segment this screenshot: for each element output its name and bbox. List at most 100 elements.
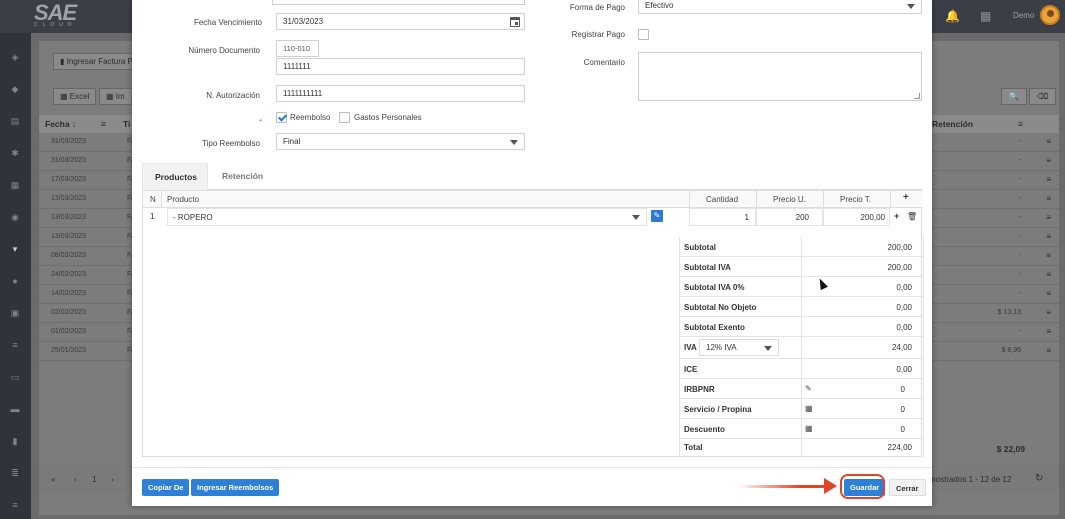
tipo-reembolso-value: Final <box>283 137 301 146</box>
servicio-label: Servicio / Propina <box>684 405 752 414</box>
prev-field[interactable] <box>272 0 525 5</box>
sidebar-building-icon[interactable]: ▣ <box>9 309 21 318</box>
sidebar-car-icon[interactable]: ◆ <box>9 85 21 94</box>
row-menu-icon[interactable]: ≡ <box>1046 156 1051 165</box>
ingresar-factura-button[interactable]: ▮ Ingresar Factura P <box>53 53 140 70</box>
col-retencion[interactable]: Retención <box>932 119 973 129</box>
precio-u-input[interactable]: 200 <box>756 208 823 226</box>
pencil-icon[interactable]: ✎ <box>805 384 812 393</box>
refresh-icon[interactable]: ↻ <box>1035 473 1043 484</box>
tab-retencion[interactable]: Retención <box>210 163 276 190</box>
ingresar-reembolsos-button[interactable]: Ingresar Reembolsos <box>191 479 280 496</box>
bell-icon[interactable]: 🔔 <box>945 9 960 23</box>
sidebar-table-icon[interactable]: ▦ <box>9 181 21 190</box>
calculator-icon[interactable]: ▦ <box>805 424 813 433</box>
row-menu-icon[interactable]: ≡ <box>1046 213 1051 222</box>
import-button[interactable]: ▦ Im <box>99 88 131 105</box>
trash-icon[interactable]: 🗑 <box>907 212 917 221</box>
clear-filter-button[interactable]: ⌫ <box>1029 88 1057 105</box>
sidebar-chart-icon[interactable]: ≣ <box>9 469 21 478</box>
subtotal-iva0-row: Subtotal IVA 0% 0,00 <box>679 277 924 297</box>
cantidad-value: 1 <box>744 213 749 222</box>
product-select[interactable]: - ROPERO <box>167 208 647 226</box>
row-menu-icon[interactable]: ≡ <box>1046 232 1051 241</box>
row-fecha: 13/03/2023 <box>51 195 87 202</box>
row-menu-icon[interactable]: ≡ <box>1046 270 1051 279</box>
grid-icon[interactable]: ▦ <box>980 9 991 23</box>
tab-productos[interactable]: Productos <box>142 163 208 190</box>
search-button[interactable]: 🔍 <box>1001 88 1027 105</box>
row-menu-icon[interactable]: ≡ <box>1046 137 1051 146</box>
col-producto: Producto <box>167 195 200 204</box>
comentario-textarea[interactable] <box>638 52 922 101</box>
iva-select[interactable]: 12% IVA <box>699 339 779 356</box>
sidebar-dashboard-icon[interactable]: ◈ <box>9 53 21 62</box>
sidebar-menu-icon[interactable]: ≡ <box>9 341 21 350</box>
registrar-pago-checkbox[interactable] <box>638 29 649 40</box>
col-cantidad: Cantidad <box>706 195 739 204</box>
cantidad-input[interactable]: 1 <box>689 208 756 226</box>
ingresar-reembolsos-label: Ingresar Reembolsos <box>197 483 274 492</box>
pager-page[interactable]: 1 <box>92 475 96 484</box>
subtotal-no-objeto-value: 0,00 <box>896 303 912 312</box>
avatar[interactable] <box>1040 5 1060 25</box>
row-fecha: 25/01/2023 <box>51 347 87 354</box>
serie-input[interactable]: 110-010 <box>276 40 319 57</box>
edit-product-button[interactable]: ✎ <box>651 210 663 222</box>
col-precio-u: Precio U. <box>773 195 806 204</box>
sidebar-shield-icon[interactable]: ◉ <box>9 213 21 222</box>
sidebar-more-icon[interactable]: ≡ <box>9 501 21 510</box>
col-tipo[interactable]: Ti <box>123 119 130 129</box>
gastos-personales-checkbox[interactable] <box>339 112 350 123</box>
row-menu-icon[interactable]: ≡ <box>1046 327 1051 336</box>
sidebar-users-icon[interactable]: ● <box>9 277 21 286</box>
row-menu-icon[interactable]: ≡ <box>1046 289 1051 298</box>
app-logo[interactable]: SAE CLOUD <box>34 2 84 31</box>
pager-next[interactable]: › <box>111 475 114 484</box>
import-label: Im <box>115 92 125 101</box>
subtotal-no-objeto-row: Subtotal No Objeto 0,00 <box>679 297 924 317</box>
excel-button[interactable]: ▦ Excel <box>53 88 97 105</box>
fecha-vencimiento-input[interactable]: 31/03/2023 <box>276 13 525 30</box>
numero-documento-input[interactable]: 1111111 <box>276 58 525 75</box>
filter-icon[interactable]: ≡ <box>1018 119 1023 129</box>
pager-first[interactable]: « <box>51 475 55 484</box>
sidebar-list-icon[interactable]: ▤ <box>9 117 21 126</box>
registrar-pago-label: Registrar Pago <box>571 30 625 39</box>
row-menu-icon[interactable]: ≡ <box>1046 175 1051 184</box>
forma-pago-select[interactable]: Efectivo <box>638 0 922 14</box>
calculator-icon[interactable]: ▦ <box>805 404 813 413</box>
subtotal-iva-value: 200,00 <box>887 263 912 272</box>
sidebar-docs-icon[interactable]: ▭ <box>9 373 21 382</box>
calendar-icon[interactable] <box>510 17 520 27</box>
row-menu-icon[interactable]: ≡ <box>1046 308 1051 317</box>
add-product-icon[interactable]: + <box>903 192 909 203</box>
row-menu-icon[interactable]: ≡ <box>1046 251 1051 260</box>
add-row-icon[interactable]: + <box>894 211 899 221</box>
row-retencion: $ 13,13 <box>997 309 1021 316</box>
reembolso-modal: Fecha Vencimiento 31/03/2023 Número Docu… <box>132 0 932 506</box>
sidebar-report-icon[interactable]: ▮ <box>9 437 21 446</box>
sidebar-cart-icon[interactable]: ▾ <box>9 245 21 254</box>
precio-t-input[interactable]: 200,00 <box>823 208 890 226</box>
subtotal-iva-label: Subtotal IVA <box>684 263 731 272</box>
edit-icon: ✎ <box>653 211 661 220</box>
sidebar-settings-icon[interactable]: ✱ <box>9 149 21 158</box>
col-fecha[interactable]: Fecha ↓ <box>45 119 76 129</box>
gastos-personales-label: Gastos Personales <box>354 113 422 122</box>
sidebar-briefcase-icon[interactable]: ▬ <box>9 405 21 414</box>
pager-prev[interactable]: ‹ <box>74 475 77 484</box>
row-fecha: 24/02/2023 <box>51 271 87 278</box>
row-menu-icon[interactable]: ≡ <box>1046 346 1051 355</box>
row-menu-icon[interactable]: ≡ <box>1046 194 1051 203</box>
autorizacion-input[interactable]: 1111111111 <box>276 85 525 102</box>
user-name[interactable]: Demo <box>1013 11 1034 20</box>
subtotal-iva0-label: Subtotal IVA 0% <box>684 283 745 292</box>
cerrar-button[interactable]: Cerrar <box>889 479 926 496</box>
row-retencion: - <box>1018 157 1021 164</box>
copiar-de-button[interactable]: Copiar De <box>142 479 190 496</box>
logo-subtext: CLOUD <box>34 22 77 28</box>
filter-icon[interactable]: ≡ <box>101 119 106 129</box>
reembolso-checkbox[interactable] <box>276 112 287 123</box>
tipo-reembolso-select[interactable]: Final <box>276 133 525 150</box>
